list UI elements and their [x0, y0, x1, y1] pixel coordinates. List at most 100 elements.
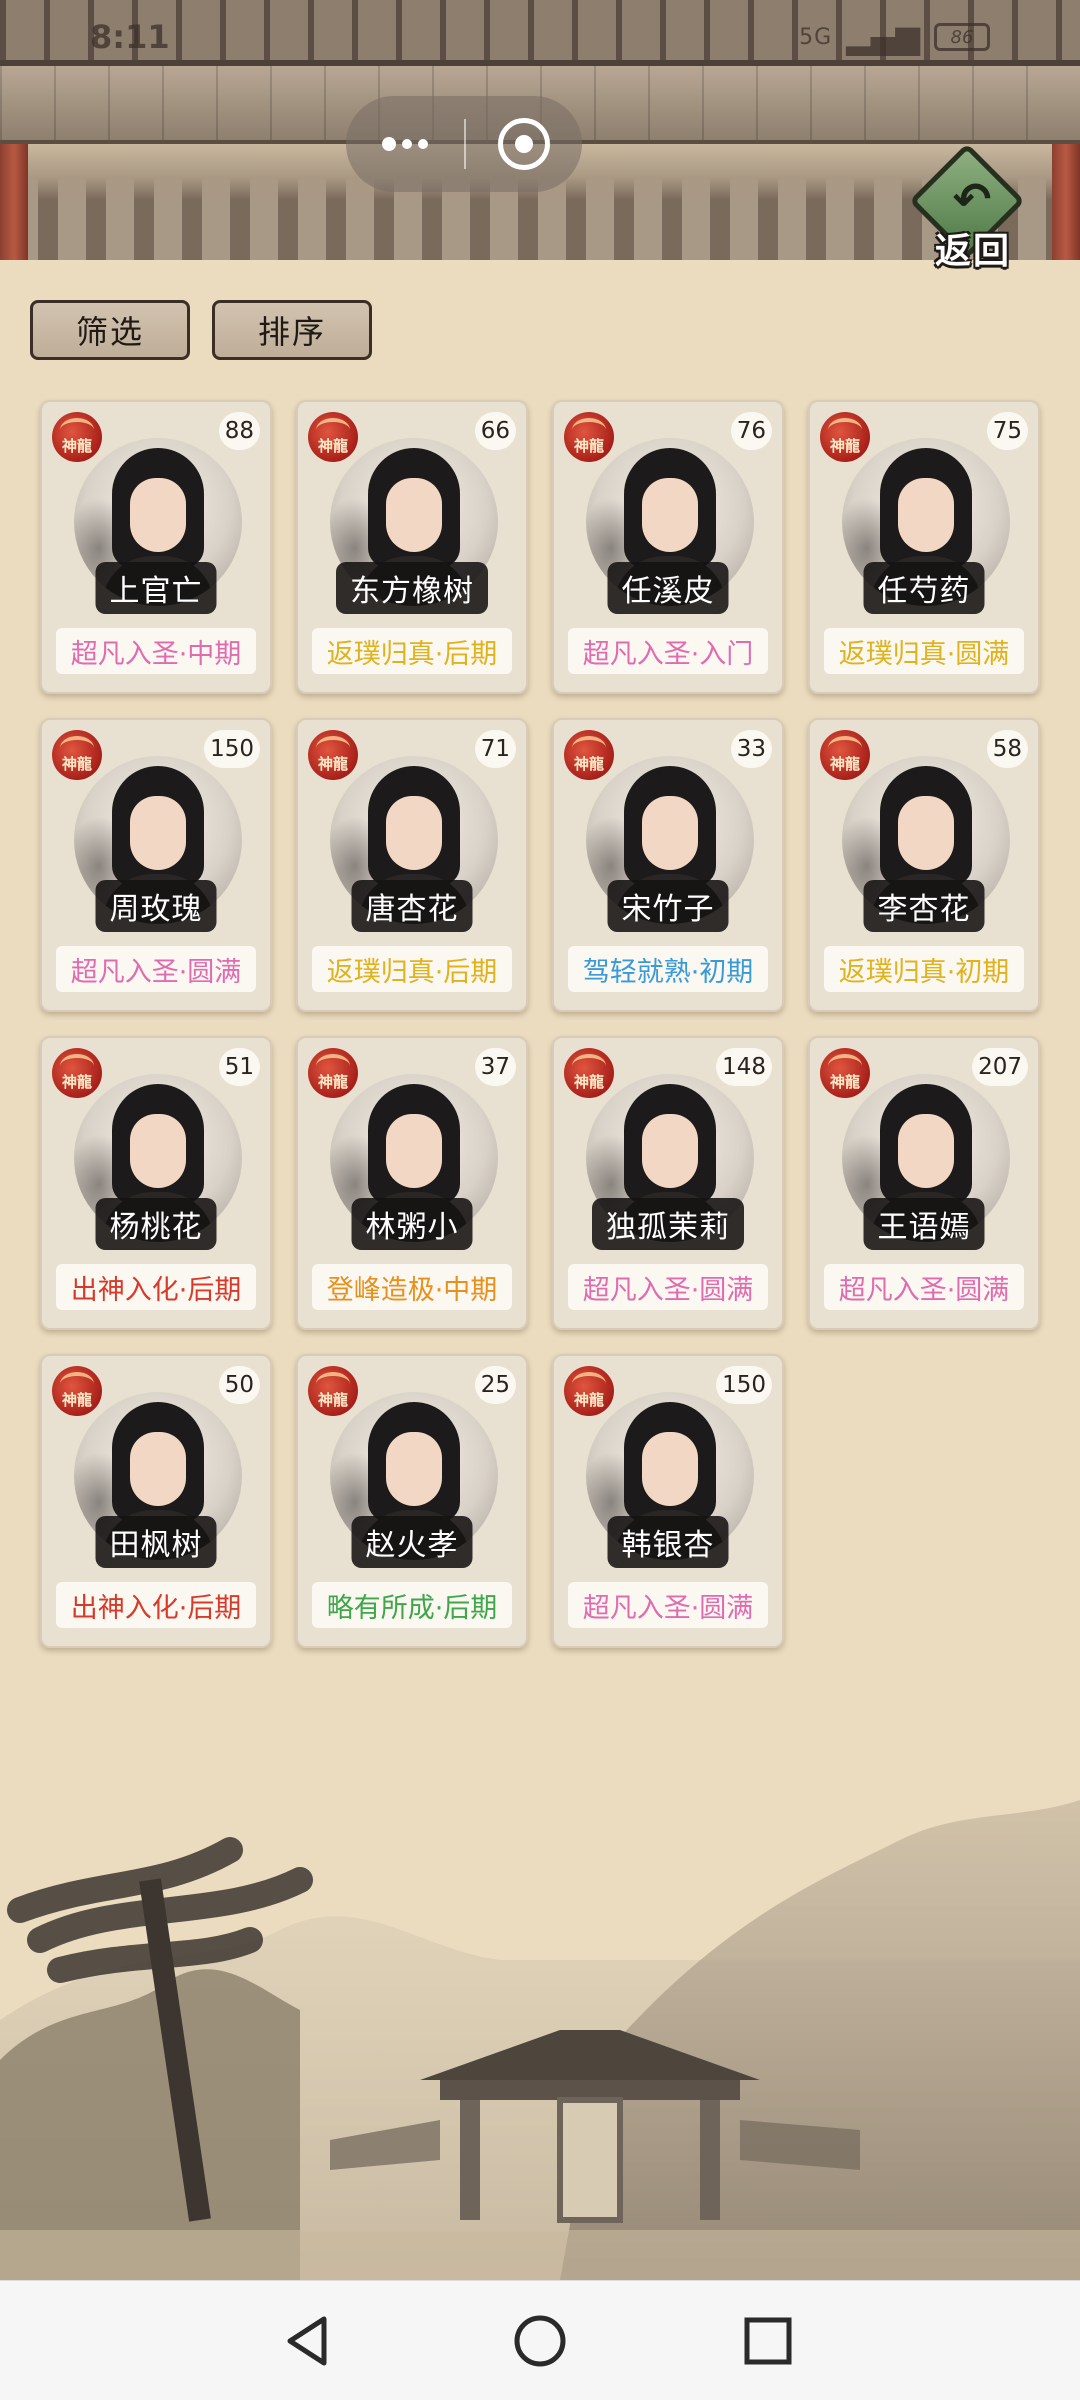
- cultivation-realm: 返璞归真·初期: [824, 946, 1024, 992]
- signal-icon: ▂▄▆: [846, 18, 920, 56]
- level-badge: 58: [986, 730, 1028, 768]
- level-badge: 37: [474, 1048, 516, 1086]
- nav-back-button[interactable]: [276, 2309, 340, 2373]
- level-badge: 50: [218, 1366, 260, 1404]
- cultivation-realm: 超凡入圣·入门: [568, 628, 768, 674]
- cultivation-realm: 返璞归真·后期: [312, 946, 512, 992]
- character-name: 杨桃花: [95, 1198, 217, 1250]
- dot-icon: [418, 139, 428, 149]
- level-badge: 88: [218, 412, 260, 450]
- square-recents-icon: [744, 2317, 792, 2365]
- close-miniprogram-button[interactable]: [466, 96, 582, 192]
- level-badge: 51: [218, 1048, 260, 1086]
- dragon-seal-icon: 神龍: [52, 730, 102, 780]
- nav-recents-button[interactable]: [736, 2309, 800, 2373]
- portrait-face: [642, 478, 698, 552]
- character-card[interactable]: 神龍 33 宋竹子驾轻就熟·初期: [552, 718, 784, 1012]
- cultivation-realm: 超凡入圣·圆满: [568, 1264, 768, 1310]
- level-badge: 75: [986, 412, 1028, 450]
- dragon-seal-icon: 神龍: [564, 730, 614, 780]
- system-nav-bar: [0, 2280, 1080, 2400]
- character-name: 李杏花: [863, 880, 985, 932]
- character-card[interactable]: 神龍 51 杨桃花 出神入化·后期: [40, 1036, 272, 1330]
- character-name: 赵火孝: [351, 1516, 473, 1568]
- miniprogram-capsule: [346, 96, 582, 192]
- dragon-seal-icon: 神龍: [52, 412, 102, 462]
- back-label: 返回: [934, 231, 1011, 272]
- dot-icon: [402, 139, 412, 149]
- level-badge: 150: [716, 1366, 772, 1404]
- character-name: 王语嫣: [863, 1198, 985, 1250]
- right-pillar: [1052, 144, 1080, 260]
- character-name: 林粥小: [351, 1198, 473, 1250]
- status-time: 8:11: [90, 18, 170, 56]
- cultivation-realm: 出神入化·后期: [56, 1582, 256, 1628]
- cultivation-realm: 超凡入圣·圆满: [56, 946, 256, 992]
- character-card[interactable]: 神龍 58 李杏花 返璞归真·初期: [808, 718, 1040, 1012]
- portrait-face: [130, 478, 186, 552]
- level-badge: 71: [474, 730, 516, 768]
- ink-landscape: [0, 1760, 1080, 2280]
- portrait-face: [642, 1432, 698, 1506]
- portrait-face: [386, 478, 442, 552]
- character-name: 宋竹子: [607, 880, 729, 932]
- portrait-face: [386, 1114, 442, 1188]
- character-card[interactable]: 神龍 71 唐杏花 返璞归真·后期: [296, 718, 528, 1012]
- sort-button[interactable]: 排序: [212, 300, 372, 360]
- dragon-seal-icon: 神龍: [564, 412, 614, 462]
- character-card[interactable]: 神龍 207 王语嫣 超凡入圣·圆满: [808, 1036, 1040, 1330]
- dragon-seal-icon: 神龍: [52, 1048, 102, 1098]
- triangle-back-icon: [287, 2316, 327, 2366]
- network-icon: 5G: [799, 24, 833, 50]
- character-name: 周玫瑰: [95, 880, 217, 932]
- portrait-face: [130, 796, 186, 870]
- portrait-face: [898, 1114, 954, 1188]
- more-menu-button[interactable]: [346, 96, 464, 192]
- character-name: 韩银杏: [607, 1516, 729, 1568]
- portrait-face: [642, 1114, 698, 1188]
- nav-home-button[interactable]: [508, 2309, 572, 2373]
- character-card[interactable]: 神龍 25 赵火孝 略有所成·后期: [296, 1354, 528, 1648]
- portrait-face: [130, 1114, 186, 1188]
- target-icon: [498, 118, 550, 170]
- portrait-face: [386, 796, 442, 870]
- portrait-face: [898, 796, 954, 870]
- dragon-seal-icon: 神龍: [564, 1048, 614, 1098]
- character-card[interactable]: 神龍 150 韩银杏 超凡入圣·圆满: [552, 1354, 784, 1648]
- character-card[interactable]: 神龍 37 林粥小登峰造极·中期: [296, 1036, 528, 1330]
- character-card[interactable]: 神龍 76 任溪皮 超凡入圣·入门: [552, 400, 784, 694]
- character-name: 独孤茉莉: [592, 1198, 744, 1250]
- filter-button[interactable]: 筛选: [30, 300, 190, 360]
- character-card[interactable]: 神龍 88 上官亡超凡入圣·中期: [40, 400, 272, 694]
- battery-level: 86: [950, 26, 974, 48]
- character-card[interactable]: 神龍 50 田枫树出神入化·后期: [40, 1354, 272, 1648]
- dragon-seal-icon: 神龍: [308, 1048, 358, 1098]
- cultivation-realm: 返璞归真·后期: [312, 628, 512, 674]
- cultivation-realm: 超凡入圣·圆满: [824, 1264, 1024, 1310]
- character-name: 唐杏花: [351, 880, 473, 932]
- dot-icon: [382, 137, 396, 151]
- character-name: 任芍药: [863, 562, 985, 614]
- circle-home-icon: [514, 2315, 566, 2367]
- cultivation-realm: 略有所成·后期: [312, 1582, 512, 1628]
- character-card[interactable]: 神龍 66 东方橡树 返璞归真·后期: [296, 400, 528, 694]
- portrait-face: [130, 1432, 186, 1506]
- character-card[interactable]: 神龍 148 独孤茉莉 超凡入圣·圆满: [552, 1036, 784, 1330]
- character-card[interactable]: 神龍 150 周玫瑰 超凡入圣·圆满: [40, 718, 272, 1012]
- level-badge: 25: [474, 1366, 516, 1404]
- dragon-seal-icon: 神龍: [52, 1366, 102, 1416]
- battery-icon: 86: [934, 23, 990, 51]
- level-badge: 33: [730, 730, 772, 768]
- portrait-face: [386, 1432, 442, 1506]
- cultivation-realm: 超凡入圣·中期: [56, 628, 256, 674]
- status-bar: 8:11 5G ▂▄▆ 86: [0, 0, 1080, 76]
- back-button[interactable]: ↶ 返回: [908, 143, 1032, 272]
- cultivation-realm: 登峰造极·中期: [312, 1264, 512, 1310]
- level-badge: 66: [474, 412, 516, 450]
- character-name: 上官亡: [95, 562, 217, 614]
- character-card[interactable]: 神龍 75 任芍药 返璞归真·圆满: [808, 400, 1040, 694]
- dragon-seal-icon: 神龍: [308, 412, 358, 462]
- character-name: 田枫树: [95, 1516, 217, 1568]
- cultivation-realm: 驾轻就熟·初期: [568, 946, 768, 992]
- dragon-seal-icon: 神龍: [820, 412, 870, 462]
